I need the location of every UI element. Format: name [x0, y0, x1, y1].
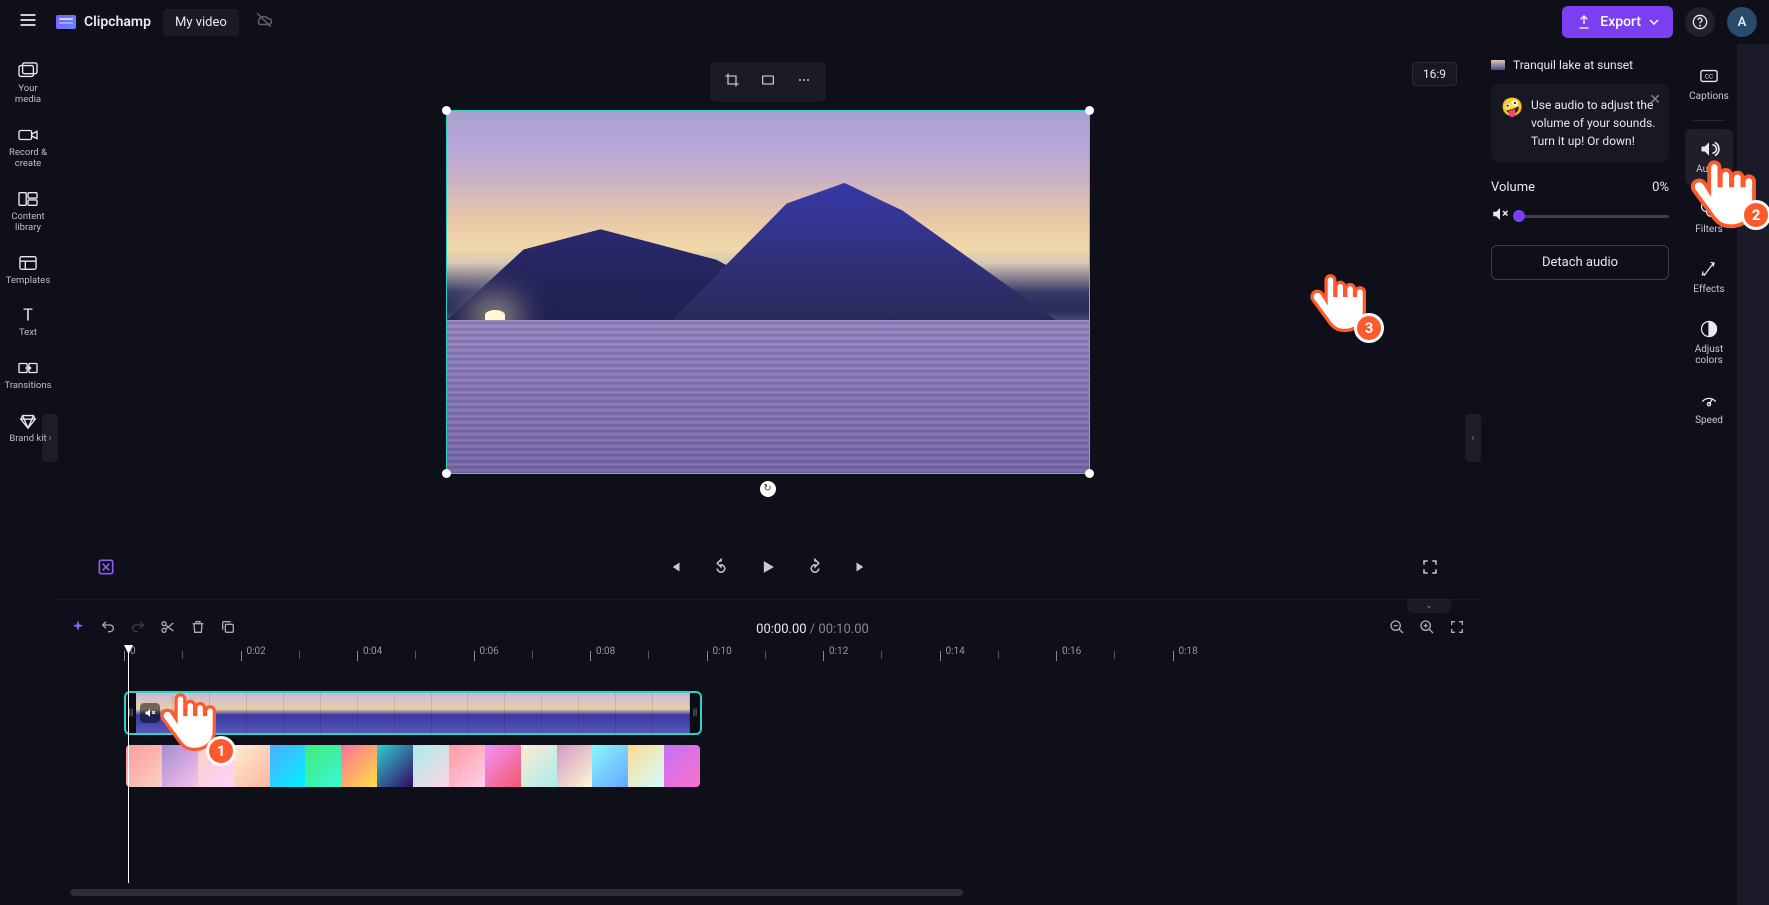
sidebar-item-templates[interactable]: Templates	[4, 244, 52, 297]
detach-audio-button[interactable]: Detach audio	[1491, 245, 1669, 280]
clip-trim-right[interactable]: ||	[690, 693, 700, 733]
resize-handle-tl[interactable]	[442, 106, 451, 115]
resize-handle-tr[interactable]	[1085, 106, 1094, 115]
cloud-sync-off-icon[interactable]	[255, 11, 273, 33]
sidebar-item-record-create[interactable]: Record & create	[4, 116, 52, 180]
split-button[interactable]	[160, 619, 176, 639]
selected-clip-name: Tranquil lake at sunset	[1491, 58, 1669, 72]
user-avatar[interactable]: A	[1727, 7, 1757, 37]
sidebar-tab-captions[interactable]: CC Captions	[1685, 56, 1733, 112]
window-gutter	[1737, 44, 1769, 905]
playback-controls	[56, 539, 1479, 599]
svg-text:CC: CC	[1705, 73, 1713, 81]
help-button[interactable]	[1685, 7, 1715, 37]
transitions-icon	[17, 359, 39, 377]
video-clip[interactable]: || ||	[124, 691, 702, 735]
preview-stage: 16:9 ↻	[56, 44, 1479, 539]
sidebar-tab-audio[interactable]: Audio	[1685, 129, 1733, 185]
sidebar-tab-filters[interactable]: Filters	[1685, 189, 1733, 245]
more-options-button[interactable]	[786, 66, 822, 98]
magic-button[interactable]	[70, 619, 86, 639]
zoom-in-button[interactable]	[1419, 619, 1435, 639]
crop-button[interactable]	[714, 66, 750, 98]
templates-icon	[17, 254, 39, 272]
sidebar-item-your-media[interactable]: Your media	[4, 52, 52, 116]
clip-thumbnail-icon	[1491, 60, 1505, 70]
left-sidebar: Your media Record & create Content libra…	[0, 44, 56, 905]
timecode-display: 00:00.00 / 00:10.00	[250, 622, 1375, 637]
tip-callout: 🤪 ✕ Use audio to adjust the volume of yo…	[1491, 84, 1669, 162]
resize-handle-br[interactable]	[1085, 469, 1094, 478]
right-sidebar: CC Captions Audio Filters Effects Adjust…	[1681, 44, 1737, 905]
app-name: Clipchamp	[84, 14, 151, 30]
effects-icon	[1698, 259, 1720, 279]
audio-clip[interactable]	[124, 743, 702, 789]
hamburger-menu[interactable]	[12, 4, 44, 40]
video-preview-image	[447, 111, 1089, 473]
mute-icon[interactable]	[1491, 205, 1509, 227]
tip-close-button[interactable]: ✕	[1649, 92, 1661, 108]
resize-handle-bl[interactable]	[442, 469, 451, 478]
timeline-ruler[interactable]: 00:020:040:060:080:100:120:140:160:18	[124, 645, 1479, 667]
duplicate-button[interactable]	[220, 619, 236, 639]
record-icon	[17, 126, 39, 144]
play-button[interactable]	[754, 553, 782, 585]
rotate-handle[interactable]: ↻	[760, 481, 776, 497]
filters-icon	[1698, 199, 1720, 219]
zoom-fit-button[interactable]	[1449, 619, 1465, 639]
media-icon	[17, 62, 39, 80]
remove-bg-button[interactable]	[92, 553, 120, 585]
aspect-ratio-selector[interactable]: 16:9	[1412, 62, 1457, 86]
export-label: Export	[1600, 14, 1641, 30]
volume-slider-thumb[interactable]	[1513, 210, 1525, 222]
fullscreen-button[interactable]	[1417, 554, 1443, 584]
volume-slider[interactable]	[1519, 215, 1669, 218]
undo-button[interactable]	[100, 619, 116, 639]
delete-button[interactable]	[190, 619, 206, 639]
zoom-out-button[interactable]	[1389, 619, 1405, 639]
clip-mute-icon[interactable]	[140, 703, 160, 723]
app-logo[interactable]: Clipchamp	[56, 14, 151, 30]
forward-button[interactable]	[802, 554, 828, 584]
volume-label: Volume	[1491, 180, 1535, 195]
properties-panel: ‹ Tranquil lake at sunset 🤪 ✕ Use audio …	[1479, 44, 1681, 905]
right-panel-expand[interactable]: ‹	[1465, 414, 1481, 462]
sidebar-item-text[interactable]: T Text	[4, 296, 52, 349]
logo-mark-icon	[56, 15, 76, 29]
timeline: ⌄ 00:00.00 / 00:10.00	[56, 599, 1479, 905]
redo-button[interactable]	[130, 619, 146, 639]
timeline-collapse[interactable]: ⌄	[1407, 599, 1451, 613]
playhead-line	[128, 653, 129, 883]
rewind-button[interactable]	[708, 554, 734, 584]
tip-emoji-icon: 🤪	[1501, 94, 1523, 121]
text-icon: T	[17, 306, 39, 324]
svg-text:T: T	[23, 306, 33, 324]
sidebar-tab-adjust-colors[interactable]: Adjust colors	[1685, 309, 1733, 376]
export-button[interactable]: Export	[1562, 6, 1673, 38]
sidebar-tab-effects[interactable]: Effects	[1685, 249, 1733, 305]
volume-value: 0%	[1652, 180, 1669, 195]
video-canvas[interactable]: ↻	[447, 111, 1089, 473]
speed-icon	[1698, 390, 1720, 410]
stage-toolbar	[710, 62, 826, 102]
library-icon	[17, 190, 39, 208]
sidebar-item-transitions[interactable]: Transitions	[4, 349, 52, 402]
skip-end-button[interactable]	[848, 554, 874, 584]
project-title[interactable]: My video	[163, 9, 239, 36]
audio-icon	[1698, 139, 1720, 159]
brandkit-icon	[17, 412, 39, 430]
skip-start-button[interactable]	[662, 554, 688, 584]
fit-button[interactable]	[750, 66, 786, 98]
sidebar-item-content-library[interactable]: Content library	[4, 180, 52, 244]
adjust-icon	[1698, 319, 1720, 339]
captions-icon: CC	[1698, 66, 1720, 86]
sidebar-tab-speed[interactable]: Speed	[1685, 380, 1733, 436]
timeline-scrollbar[interactable]	[70, 889, 1465, 899]
